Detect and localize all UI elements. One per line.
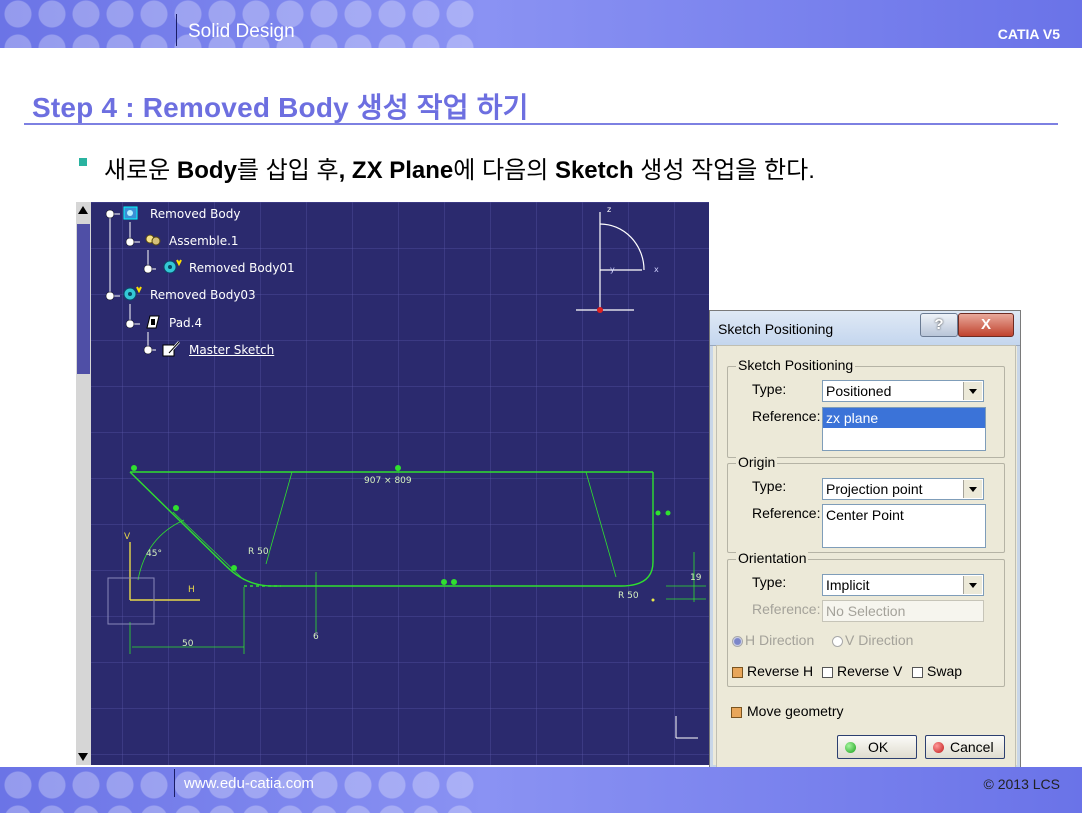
tree-item-removed-body[interactable]: Removed Body — [150, 207, 240, 221]
v-direction-radio[interactable] — [832, 636, 843, 647]
tree-item-master-sketch[interactable]: Master Sketch — [189, 343, 274, 357]
v-axis-label: V — [124, 532, 131, 542]
header-title: Solid Design — [188, 21, 295, 42]
type-select-value: Positioned — [826, 383, 892, 399]
orientation-type-value: Implicit — [826, 577, 870, 593]
length-dimension[interactable]: 50 — [182, 639, 193, 649]
bullet-bold: , ZX Plane — [338, 157, 454, 184]
bullet-text: 새로운 Body를 삽입 후, ZX Plane에 다음의 Sketch 생성 … — [104, 150, 815, 185]
sketch-positioning-dialog: Sketch Positioning ? X Sketch Positionin… — [709, 310, 1021, 769]
orientation-type-select[interactable]: Implicit — [822, 574, 984, 596]
origin-type-label: Type: — [752, 478, 787, 494]
tree-item-removed-body03[interactable]: Removed Body03 — [150, 288, 256, 302]
reverse-v-checkbox[interactable] — [822, 667, 833, 678]
slide-heading: Step 4 : Removed Body 생성 작업 하기 — [32, 92, 529, 123]
cancel-label: Cancel — [950, 739, 994, 755]
type-select[interactable]: Positioned — [822, 380, 984, 402]
swap-label: Swap — [927, 663, 963, 679]
move-geometry-checkbox[interactable] — [731, 707, 742, 718]
help-button[interactable]: ? — [920, 313, 958, 337]
h-direction-radio[interactable] — [732, 636, 743, 647]
bullet-bold: Body — [176, 157, 237, 184]
orientation-type-label: Type: — [752, 574, 787, 590]
pad-icon[interactable] — [144, 314, 162, 330]
ok-button[interactable]: OK — [837, 735, 917, 759]
height-dimension[interactable]: 19 — [690, 573, 701, 583]
origin-type-select[interactable]: Projection point — [822, 478, 984, 500]
angle-dimension[interactable]: 45° — [146, 549, 162, 559]
h-direction-label: H Direction — [745, 632, 815, 648]
header-brand: CATIA V5 — [997, 26, 1060, 42]
origin-type-value: Projection point — [826, 481, 923, 497]
swap-checkbox[interactable] — [912, 667, 923, 678]
radius-dimension[interactable]: R 50 — [248, 547, 269, 557]
orientation-group: Orientation Type: Implicit Reference: No… — [727, 550, 1005, 687]
chevron-down-icon[interactable] — [963, 576, 982, 594]
bullet-marker — [79, 158, 87, 166]
move-geometry-label: Move geometry — [747, 703, 844, 719]
sketch-positioning-group: Sketch Positioning Type: Positioned Refe… — [727, 357, 1005, 458]
sketch-icon[interactable] — [162, 341, 180, 357]
origin-group: Origin Type: Projection point Reference:… — [727, 454, 1005, 553]
origin-reference-item[interactable]: Center Point — [823, 505, 985, 525]
header-bar: Solid Design CATIA V5 — [0, 0, 1082, 48]
group-title: Origin — [736, 454, 778, 470]
dialog-title: Sketch Positioning — [718, 321, 834, 337]
cancel-status-icon — [933, 742, 944, 753]
type-label: Type: — [752, 381, 787, 397]
footer-separator — [174, 769, 175, 797]
compass-x-label: x — [654, 265, 659, 274]
group-title: Sketch Positioning — [736, 357, 856, 373]
chevron-down-icon[interactable] — [963, 480, 982, 498]
compass-y-label: y — [610, 265, 615, 274]
coordinate-readout: 907 × 809 — [364, 476, 412, 486]
reverse-h-label: Reverse H — [747, 663, 814, 679]
orientation-reference-field[interactable]: No Selection — [822, 600, 984, 622]
chevron-down-icon[interactable] — [963, 382, 982, 400]
reverse-h-checkbox[interactable] — [732, 667, 743, 678]
bullet-part: 새로운 — [104, 157, 177, 184]
origin-reference-label: Reference: — [752, 505, 821, 521]
cancel-button[interactable]: Cancel — [925, 735, 1005, 759]
group-title: Orientation — [736, 550, 809, 566]
dialog-body: Sketch Positioning Type: Positioned Refe… — [716, 345, 1016, 769]
reference-label: Reference: — [752, 408, 821, 424]
bullet-part: 를 삽입 후 — [236, 157, 339, 184]
origin-reference-list[interactable]: Center Point — [822, 504, 986, 548]
ok-status-icon — [845, 742, 856, 753]
bullet-bold: Sketch — [554, 157, 634, 184]
bullet-part: 생성 작업을 한다. — [633, 157, 815, 184]
ok-label: OK — [868, 739, 889, 755]
close-button[interactable]: X — [958, 313, 1014, 337]
tree-item-assemble[interactable]: Assemble.1 — [169, 234, 239, 248]
reference-selected-item[interactable]: zx plane — [823, 408, 985, 428]
heading-divider — [24, 123, 1058, 125]
compass-z-label: z — [607, 205, 611, 214]
dialog-titlebar[interactable]: Sketch Positioning ? X — [710, 311, 1020, 346]
reference-list[interactable]: zx plane — [822, 407, 986, 451]
offset-dimension[interactable]: 6 — [313, 632, 319, 642]
footer-bar: www.edu-catia.com © 2013 LCS — [0, 767, 1082, 813]
footer-url[interactable]: www.edu-catia.com — [184, 775, 314, 792]
removed-body-icon[interactable] — [122, 286, 142, 302]
radius-dimension[interactable]: R 50 — [618, 591, 639, 601]
footer-copyright: © 2013 LCS — [983, 776, 1060, 792]
h-axis-label: H — [188, 585, 195, 595]
v-direction-label: V Direction — [845, 632, 914, 648]
assemble-icon[interactable] — [144, 232, 162, 248]
tree-item-pad[interactable]: Pad.4 — [169, 316, 202, 330]
catia-viewport[interactable]: z x y Removed Body Assemble.1 Removed Bo… — [76, 202, 709, 765]
body-icon[interactable] — [122, 205, 140, 221]
orientation-reference-label: Reference: — [752, 601, 821, 617]
reverse-v-label: Reverse V — [837, 663, 903, 679]
header-separator — [176, 14, 177, 46]
tree-item-removed-body01[interactable]: Removed Body01 — [189, 261, 295, 275]
removed-body-icon[interactable] — [162, 259, 182, 275]
bullet-part: 에 다음의 — [453, 157, 555, 184]
